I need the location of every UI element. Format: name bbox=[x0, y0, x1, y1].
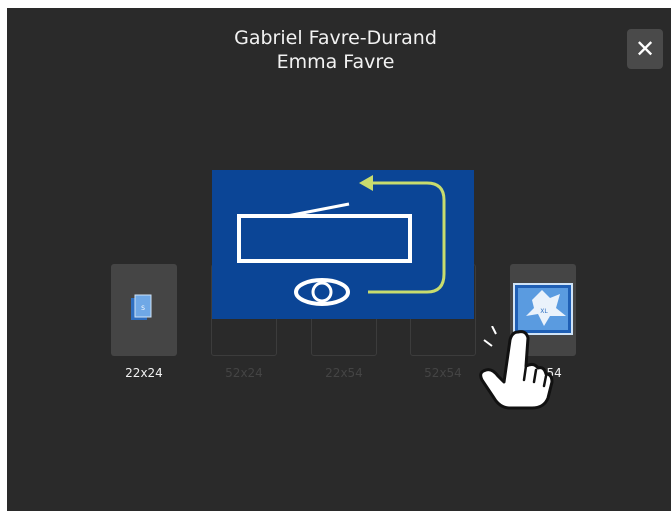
tap-hand-icon bbox=[479, 326, 554, 410]
name-line-1: Gabriel Favre-Durand bbox=[234, 27, 437, 49]
format-icon-text: S bbox=[141, 305, 145, 312]
name-line-2: Emma Favre bbox=[276, 51, 395, 73]
rotate-device-overlay bbox=[212, 170, 474, 319]
format-label: 52x24 bbox=[225, 366, 263, 380]
square-book-icon: S bbox=[131, 294, 152, 320]
format-label: 22x24 bbox=[125, 366, 163, 380]
format-label: 22x54 bbox=[325, 366, 363, 380]
format-icon-text: XL bbox=[540, 308, 548, 315]
rotate-device-view-icon bbox=[237, 175, 446, 306]
couple-names: Gabriel Favre-Durand Emma Favre bbox=[0, 26, 671, 74]
close-icon: ✕ bbox=[634, 35, 656, 63]
close-button[interactable]: ✕ bbox=[627, 29, 663, 69]
format-card-22x24[interactable]: S bbox=[111, 264, 177, 356]
